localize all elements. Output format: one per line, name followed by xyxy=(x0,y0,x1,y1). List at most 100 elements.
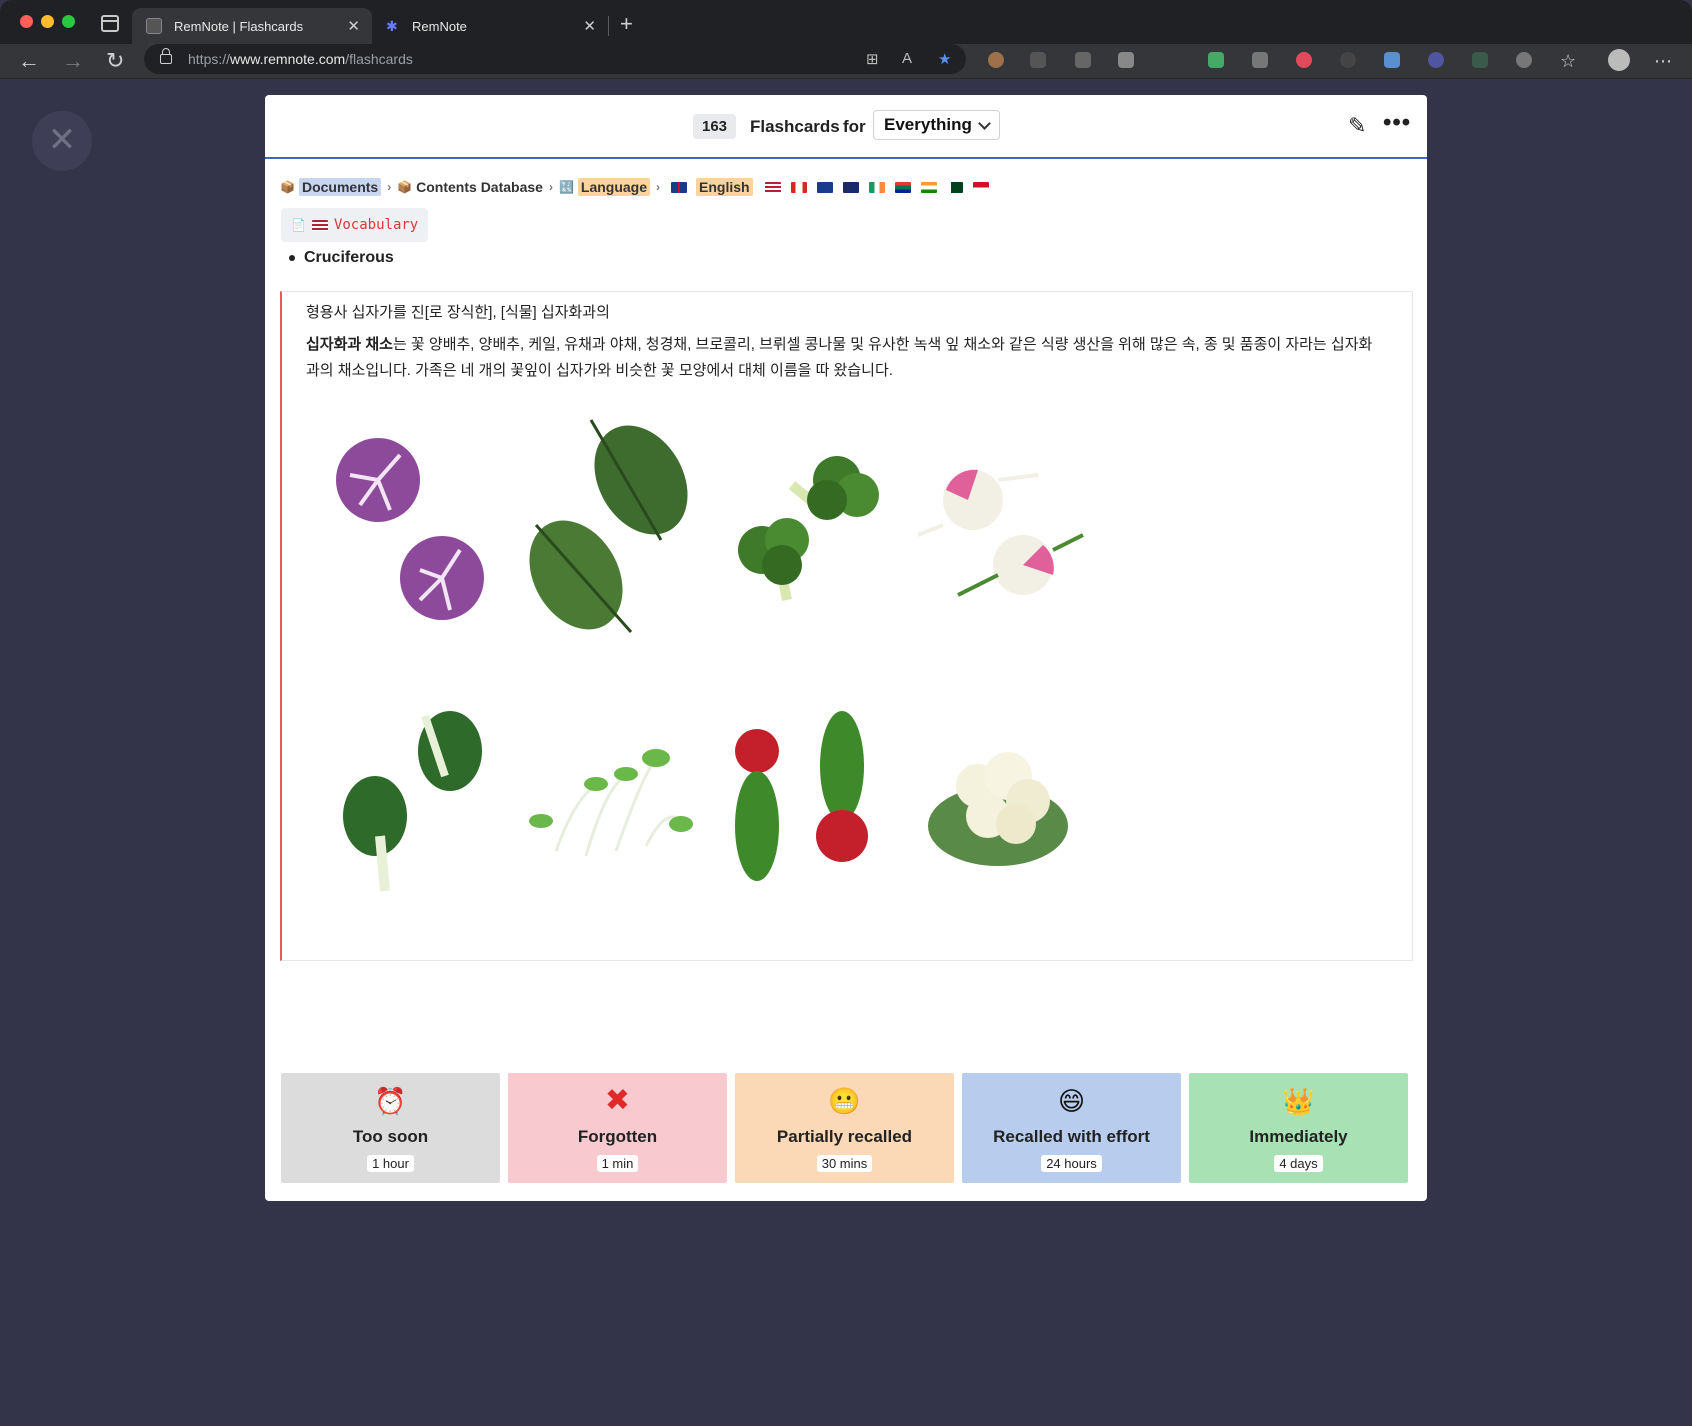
breadcrumb-contents-database[interactable]: 📦 Contents Database xyxy=(397,179,543,195)
chevron-down-icon xyxy=(977,116,991,130)
tab-remnote-flashcards[interactable]: RemNote | Flashcards ✕ xyxy=(132,8,372,44)
alarm-clock-icon: ⏰ xyxy=(374,1086,407,1116)
forward-arrow-icon[interactable]: → xyxy=(62,48,84,74)
more-menu-icon[interactable]: ⋯ xyxy=(1654,48,1672,74)
favorite-star-icon[interactable]: ★ xyxy=(938,50,951,68)
answer-definition: 형용사 십자가를 진[로 장식한], [식물] 십자화과의 xyxy=(306,304,610,321)
tab-title: RemNote xyxy=(412,18,467,34)
vegetable-card-cabbage: cabbage xyxy=(320,400,502,662)
extension-glasses-icon[interactable] xyxy=(1030,52,1046,68)
breadcrumb-language[interactable]: 🔣 Language xyxy=(558,178,651,196)
back-arrow-icon[interactable]: ← xyxy=(18,48,40,74)
card-front: Cruciferous xyxy=(289,249,394,267)
interval-badge: 1 hour xyxy=(367,1155,414,1172)
answer-description: 십자화과 채소는 꽃 양배추, 양배추, 케일, 유채과 야채, 청경채, 브로… xyxy=(306,336,1373,379)
remnote-logo-icon: ✱ xyxy=(386,18,398,34)
interval-badge: 30 mins xyxy=(816,1155,873,1172)
radish-illustration-icon xyxy=(735,711,868,881)
reload-icon[interactable]: ↻ xyxy=(106,48,124,74)
vegetable-card-radish: radish xyxy=(712,676,894,938)
vegetable-card-cauliflower: cauliflower xyxy=(908,676,1090,938)
extension-shield-icon[interactable] xyxy=(1118,52,1134,68)
rate-too-soon-button[interactable]: ⏰ Too soon 1 hour xyxy=(281,1073,500,1183)
scope-value: Everything xyxy=(884,115,972,134)
extension-grid-icon[interactable] xyxy=(1252,52,1268,68)
window-close-button[interactable] xyxy=(20,15,33,28)
tab-close-icon[interactable]: ✕ xyxy=(583,17,596,35)
rate-immediately-button[interactable]: 👑 Immediately 4 days xyxy=(1189,1073,1408,1183)
close-icon: ✕ xyxy=(47,121,77,159)
flag-ireland-icon xyxy=(868,181,885,193)
flag-singapore-icon xyxy=(972,181,989,193)
url-text: https://www.remnote.com/flashcards xyxy=(188,51,413,67)
tab-close-icon[interactable]: ✕ xyxy=(347,17,360,35)
watercress-illustration-icon xyxy=(529,749,693,857)
tab-title: RemNote | Flashcards xyxy=(174,18,304,34)
extension-atom-icon[interactable] xyxy=(1428,52,1444,68)
exit-queue-button[interactable]: ✕ xyxy=(32,111,92,171)
kale-illustration-icon xyxy=(529,419,688,633)
extensions-puzzle-icon[interactable] xyxy=(1516,52,1532,68)
flashcards-label: Flashcards xyxy=(750,117,840,136)
kohlrabi-illustration-icon xyxy=(917,469,1084,597)
edit-pencil-icon[interactable]: ✎ xyxy=(1348,113,1366,139)
vegetable-card-bok-choy: bok choy xyxy=(320,676,502,938)
queue-header: 163 Flashcards for Everything ✎ ••• xyxy=(265,95,1427,159)
vocabulary-chip[interactable]: 📄 Vocabulary xyxy=(281,208,429,242)
favorites-icon[interactable]: ☆ xyxy=(1560,48,1576,74)
scope-dropdown[interactable]: Everything xyxy=(873,110,1000,140)
grin-face-icon: 😄 xyxy=(1057,1086,1086,1116)
cross-mark-icon: ✖ xyxy=(604,1084,631,1117)
profile-avatar-icon[interactable] xyxy=(1608,49,1630,71)
rate-recalled-with-effort-button[interactable]: 😄 Recalled with effort 24 hours xyxy=(962,1073,1181,1183)
package-icon: 📦 xyxy=(397,180,413,194)
cabbage-illustration-icon xyxy=(336,438,484,620)
tab-remnote[interactable]: ✱ RemNote ✕ xyxy=(372,8,608,44)
package-icon: 📦 xyxy=(280,180,295,194)
flag-canada-icon xyxy=(790,181,807,193)
flag-australia-icon xyxy=(816,181,833,193)
extension-blue-icon[interactable] xyxy=(1384,52,1400,68)
extension-heart-icon[interactable] xyxy=(1296,52,1312,68)
flag-uk-icon xyxy=(671,181,688,193)
rate-partially-recalled-button[interactable]: 😬 Partially recalled 30 mins xyxy=(735,1073,954,1183)
breadcrumb-documents[interactable]: 📦 Documents xyxy=(280,178,382,196)
grimace-face-icon: 😬 xyxy=(828,1086,861,1116)
read-aloud-icon[interactable]: A xyxy=(902,50,912,67)
flag-india-icon xyxy=(920,181,937,193)
language-symbol-icon: 🔣 xyxy=(558,180,574,194)
breadcrumb-separator-icon: › xyxy=(656,180,661,194)
browser-toolbar: ← → ↻ https://www.remnote.com/flashcards… xyxy=(0,44,1692,79)
extension-clock-icon[interactable] xyxy=(1340,52,1356,68)
window-zoom-button[interactable] xyxy=(62,15,75,28)
extension-terminal-icon[interactable] xyxy=(1472,52,1488,68)
more-options-icon[interactable]: ••• xyxy=(1383,109,1411,137)
flashcard-panel: 163 Flashcards for Everything ✎ ••• 📦 Do… xyxy=(265,95,1427,1201)
breadcrumb-english[interactable]: English xyxy=(666,178,753,196)
vegetable-card-kohlrabi: kohlrabi xyxy=(908,400,1090,662)
new-tab-icon[interactable]: + xyxy=(620,11,633,37)
window-minimize-button[interactable] xyxy=(41,15,54,28)
document-icon: 📄 xyxy=(291,218,306,232)
address-bar[interactable]: https://www.remnote.com/flashcards ⊞ A ★ xyxy=(144,44,966,74)
crown-icon: 👑 xyxy=(1282,1086,1315,1116)
vegetable-card-watercress: watercress xyxy=(516,676,698,938)
extension-s-icon[interactable] xyxy=(1075,52,1091,68)
interval-badge: 1 min xyxy=(596,1155,639,1172)
tab-divider xyxy=(608,16,609,36)
extension-bear-icon[interactable] xyxy=(988,52,1004,68)
flag-south-africa-icon xyxy=(894,181,911,193)
tab-sidebar-icon[interactable] xyxy=(101,15,119,32)
card-answer: 형용사 십자가를 진[로 장식한], [식물] 십자화과의 십자화과 채소는 꽃… xyxy=(280,291,1413,961)
flag-us-icon xyxy=(311,219,328,231)
cauliflower-illustration-icon xyxy=(928,752,1068,866)
interval-badge: 24 hours xyxy=(1041,1155,1102,1172)
extension-green-icon[interactable] xyxy=(1208,52,1224,68)
vegetable-card-kale: kale xyxy=(516,400,698,662)
apps-icon[interactable]: ⊞ xyxy=(866,50,879,68)
rate-forgotten-button[interactable]: ✖ Forgotten 1 min xyxy=(508,1073,727,1183)
for-label: for xyxy=(843,117,866,136)
breadcrumb-separator-icon: › xyxy=(387,180,392,194)
breadcrumb: 📦 Documents › 📦 Contents Database › 🔣 La… xyxy=(280,178,994,196)
browser-titlebar: RemNote | Flashcards ✕ ✱ RemNote ✕ + xyxy=(0,0,1692,44)
